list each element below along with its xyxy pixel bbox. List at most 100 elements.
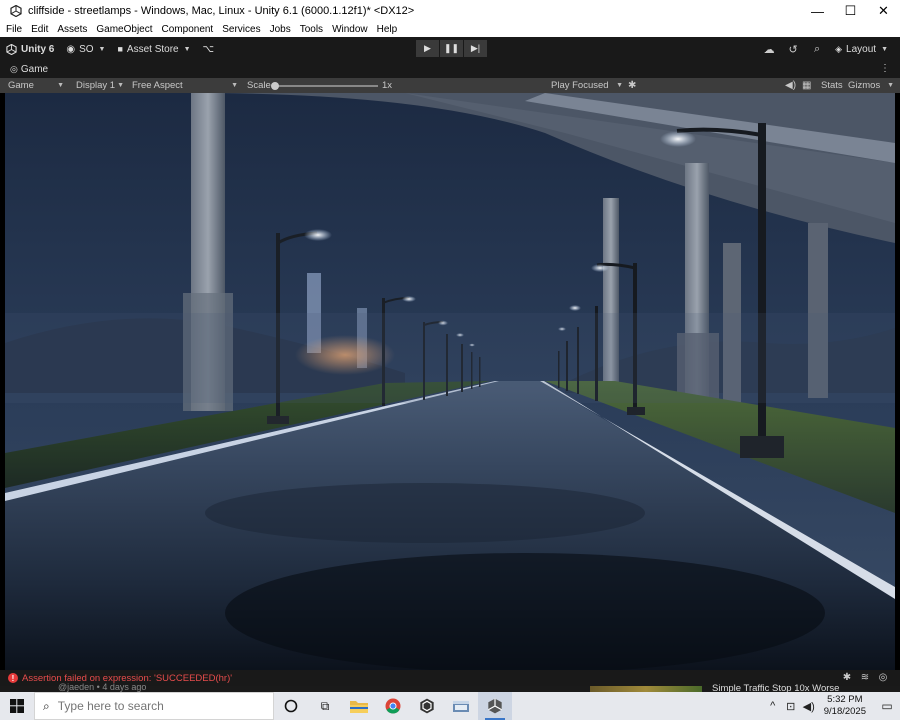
aspect-grid-icon[interactable]: ▦ [802,80,811,91]
cloud-icon[interactable]: ☁ [757,40,781,58]
play-controls: ▶ ❚❚ ▶| [416,40,488,57]
menu-tools[interactable]: Tools [300,24,323,35]
play-button[interactable]: ▶ [416,40,439,57]
version-control-button[interactable]: ⌥ [197,40,221,58]
check-circle-icon[interactable]: ◎ [874,672,892,683]
aspect-label: Free Aspect [132,80,183,91]
menu-component[interactable]: Component [162,24,214,35]
volume-icon[interactable]: ◀) [800,700,818,713]
notifications-icon[interactable]: ▭ [874,699,900,713]
taskbar-app-window[interactable] [444,692,478,720]
window-app-icon [453,701,469,712]
play-mode-dropdown[interactable]: Play Focused ▼ [545,78,627,93]
unity-label: Unity 6 [21,43,55,55]
layers-icon[interactable]: ≋ [856,672,874,683]
chevron-down-icon: ▼ [231,82,238,89]
taskbar-chrome[interactable] [376,692,410,720]
start-button[interactable] [0,692,34,720]
game-viewport[interactable] [5,93,895,670]
taskbar-file-explorer[interactable] [342,692,376,720]
clock-date: 9/18/2025 [823,706,866,717]
chevron-down-icon: ▼ [98,45,106,53]
unity-account-button[interactable]: Unity 6 [0,40,60,58]
cortana-button[interactable] [274,692,308,720]
window-title: cliffside - streetlamps - Windows, Mac, … [28,5,415,17]
debug-icon[interactable]: ✱ [838,672,856,683]
taskbar-unity-hub[interactable] [410,692,444,720]
system-tray: ^ ⊡ ◀) 5:32 PM 9/18/2025 ▭ [764,692,900,720]
chevron-down-icon: ▼ [887,82,894,89]
tab-game-label: Game [20,64,49,75]
scale-value: 1x [382,80,393,91]
minimize-button[interactable]: — [801,0,834,22]
asset-store-label: Asset Store [126,43,179,55]
scale-slider[interactable] [271,82,378,90]
menu-gameobject[interactable]: GameObject [96,24,152,35]
taskbar-search[interactable]: ⌕ [34,692,274,720]
asset-store-dropdown[interactable]: ■ Asset Store ▼ [111,40,196,58]
stats-toggle[interactable]: Stats [821,80,843,91]
menu-file[interactable]: File [6,24,22,35]
folder-icon [350,701,368,713]
toolbar-right: ☁ ↺ ⌕ ◈ Layout ▼ [757,40,894,58]
task-view-button[interactable]: ⧉ [308,692,342,720]
task-view-icon: ⧉ [320,698,330,713]
account-dropdown[interactable]: ◉ SO ▼ [60,40,111,58]
unity-cube-icon [6,43,17,55]
gizmos-dropdown[interactable]: Gizmos ▼ [842,78,898,93]
unity-editor-icon [488,698,502,714]
background-comment-text: @jaeden • 4 days ago [58,682,147,692]
network-icon[interactable]: ⊡ [782,700,800,713]
chevron-up-icon[interactable]: ^ [764,700,782,712]
menu-services[interactable]: Services [222,24,260,35]
layers-icon: ◈ [835,43,843,54]
layout-label: Layout [846,43,877,55]
aspect-dropdown[interactable]: Free Aspect ▼ [126,78,242,93]
chrome-icon [385,698,401,714]
menu-bar: File Edit Assets GameObject Component Se… [0,22,900,37]
speaker-icon[interactable]: ◀) [785,80,796,91]
scene-render [5,93,895,670]
game-view-toolbar: Game ▼ Display 1 ▼ Free Aspect ▼ Scale 1… [0,78,900,93]
chevron-down-icon: ▼ [881,45,888,53]
close-button[interactable]: ✕ [867,0,900,22]
bug-icon[interactable]: ✱ [628,80,636,91]
cortana-circle-icon [284,699,298,713]
search-icon: ⌕ [43,698,50,713]
account-icon: ◉ [66,43,76,55]
display-label: Display 1 [76,80,116,91]
menu-edit[interactable]: Edit [31,24,48,35]
system-clock[interactable]: 5:32 PM 9/18/2025 [824,694,866,718]
scale-slider-thumb[interactable] [271,82,279,90]
pause-button[interactable]: ❚❚ [440,40,463,57]
display-dropdown[interactable]: Display 1 ▼ [70,78,128,93]
view-mode-label: Game [8,80,34,91]
step-button[interactable]: ▶| [464,40,487,57]
menu-assets[interactable]: Assets [57,24,87,35]
taskbar-search-input[interactable] [57,699,258,713]
taskbar-unity-editor[interactable] [478,692,512,720]
menu-window[interactable]: Window [332,24,368,35]
gamepad-icon: ◎ [10,64,18,74]
clock-time: 5:32 PM [827,694,863,705]
windows-logo-icon [10,699,24,713]
maximize-button[interactable]: ☐ [834,0,867,22]
menu-help[interactable]: Help [377,24,398,35]
window-title-bar: cliffside - streetlamps - Windows, Mac, … [0,0,900,22]
unity-logo-icon [8,3,24,19]
gizmos-label: Gizmos [848,80,881,91]
tab-game[interactable]: ◎ Game [0,64,48,75]
bag-icon: ■ [117,44,123,54]
taskbar: ⌕ ⧉ ^ ⊡ ◀) 5:32 PM 9/18/2025 ▭ [0,692,900,720]
view-mode-dropdown[interactable]: Game ▼ [2,78,68,93]
account-label: SO [79,43,94,55]
play-mode-label: Play Focused [551,80,609,91]
layout-dropdown[interactable]: ◈ Layout ▼ [829,40,894,58]
menu-jobs[interactable]: Jobs [270,24,291,35]
more-options-icon[interactable]: ⋮ [880,63,890,74]
search-icon[interactable]: ⌕ [805,40,829,58]
error-icon: ! [8,673,18,683]
game-tab-bar: ◎ Game ⋮ [0,61,900,78]
history-icon[interactable]: ↺ [781,40,805,58]
status-icons: ✱ ≋ ◎ [838,672,892,683]
